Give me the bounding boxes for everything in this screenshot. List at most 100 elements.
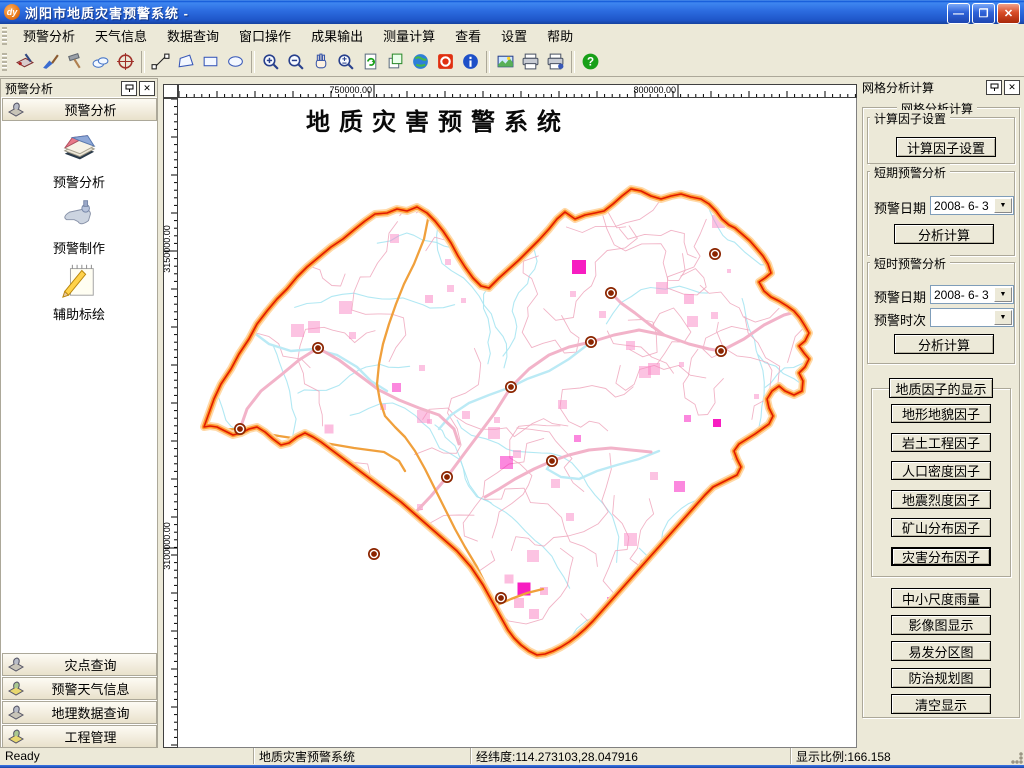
disaster-point-marker[interactable] xyxy=(312,342,324,354)
stamp-yellow-icon xyxy=(7,678,25,699)
factor-button-4[interactable]: 矿山分布因子 xyxy=(891,518,991,537)
bottom-item-label: 灾点查询 xyxy=(25,655,156,674)
close-button[interactable]: ✕ xyxy=(997,3,1020,24)
toolbar-separator xyxy=(141,51,145,73)
zoom-out-icon[interactable] xyxy=(283,49,308,74)
left-item-0[interactable]: 预警分析 xyxy=(1,129,157,191)
menu-item-4[interactable]: 成果输出 xyxy=(301,25,373,46)
polygon-tool-icon[interactable] xyxy=(173,49,198,74)
factor-button-2[interactable]: 人口密度因子 xyxy=(891,461,991,480)
short-time-date-combo[interactable]: 2008- 6- 3 ▼ xyxy=(930,285,1014,304)
pan-hand-icon[interactable] xyxy=(308,49,333,74)
chevron-down-icon[interactable]: ▼ xyxy=(994,287,1012,302)
factor-button-3[interactable]: 地震烈度因子 xyxy=(891,490,991,509)
menu-item-2[interactable]: 数据查询 xyxy=(157,25,229,46)
short-term-group: 短期预警分析 预警日期 2008- 6- 3 ▼ 分析计算 xyxy=(867,171,1015,256)
menu-item-8[interactable]: 帮助 xyxy=(537,25,583,46)
menu-item-6[interactable]: 查看 xyxy=(445,25,491,46)
status-segment-1: 地质灾害预警系统 xyxy=(253,748,476,764)
chevron-down-icon[interactable]: ▼ xyxy=(994,198,1012,213)
cloud-icon[interactable] xyxy=(88,49,113,74)
disaster-point-marker[interactable] xyxy=(715,345,727,357)
close-panel-icon[interactable]: ✕ xyxy=(139,81,155,96)
menu-item-5[interactable]: 测量计算 xyxy=(373,25,445,46)
paint-brush-icon[interactable] xyxy=(38,49,63,74)
disaster-point-marker[interactable] xyxy=(709,248,721,260)
factor-button-0[interactable]: 地形地貌因子 xyxy=(891,404,991,423)
zoom-in-icon[interactable] xyxy=(258,49,283,74)
refresh-page-icon[interactable] xyxy=(358,49,383,74)
disaster-point-marker[interactable] xyxy=(234,423,246,435)
left-panel-title: 预警分析 xyxy=(5,80,119,97)
left-bottom-item-2[interactable]: 地理数据查询 xyxy=(2,701,157,724)
disaster-point-marker[interactable] xyxy=(441,471,453,483)
left-item-label: 预警制作 xyxy=(1,238,157,257)
menu-bar: 预警分析天气信息数据查询窗口操作成果输出测量计算查看设置帮助 xyxy=(0,24,1024,47)
menu-item-7[interactable]: 设置 xyxy=(491,25,537,46)
left-bottom-item-3[interactable]: 工程管理 xyxy=(2,725,157,748)
ellipse-tool-icon[interactable] xyxy=(223,49,248,74)
svg-text:750000.00: 750000.00 xyxy=(329,85,372,95)
pin-icon[interactable] xyxy=(986,80,1002,95)
left-bottom-item-1[interactable]: 预警天气信息 xyxy=(2,677,157,700)
hammer-icon[interactable] xyxy=(63,49,88,74)
target-icon[interactable] xyxy=(113,49,138,74)
zoom-extent-icon[interactable] xyxy=(333,49,358,74)
right-panel-header: 网格分析计算 ✕ xyxy=(858,78,1024,96)
analysis-tool-icon[interactable] xyxy=(13,49,38,74)
disaster-point-marker[interactable] xyxy=(585,336,597,348)
map-canvas[interactable]: 地质灾害预警系统 xyxy=(178,98,857,748)
bottom-button-0[interactable]: 中小尺度雨量 xyxy=(891,588,991,608)
bottom-button-2[interactable]: 易发分区图 xyxy=(891,641,991,661)
short-time-analyze-button[interactable]: 分析计算 xyxy=(894,334,994,354)
help-icon[interactable]: ? xyxy=(578,49,603,74)
disaster-point-marker[interactable] xyxy=(495,592,507,604)
factor-setting-button[interactable]: 计算因子设置 xyxy=(896,137,996,157)
info-icon[interactable] xyxy=(458,49,483,74)
title-bar: dy 浏阳市地质灾害预警系统 - — ❐ ✕ xyxy=(0,0,1024,24)
menu-item-3[interactable]: 窗口操作 xyxy=(229,25,301,46)
printer-setup-icon[interactable] xyxy=(543,49,568,74)
toolbar-separator xyxy=(486,51,490,73)
bottom-button-3[interactable]: 防治规划图 xyxy=(891,668,991,688)
restore-button[interactable]: ❐ xyxy=(972,3,995,24)
short-term-label: 短期预警分析 xyxy=(870,164,950,181)
short-term-date-combo[interactable]: 2008- 6- 3 ▼ xyxy=(930,196,1014,215)
map-image-icon[interactable] xyxy=(493,49,518,74)
factor-display-button[interactable]: 地质因子的显示 xyxy=(889,378,993,398)
disaster-point-marker[interactable] xyxy=(368,548,380,560)
short-time-times-combo[interactable]: ▼ xyxy=(930,308,1014,327)
left-item-2[interactable]: 辅助标绘 xyxy=(1,261,157,323)
short-term-analyze-button[interactable]: 分析计算 xyxy=(894,224,994,244)
rectangle-tool-icon[interactable] xyxy=(198,49,223,74)
section-bar-warning-analysis[interactable]: 预警分析 xyxy=(2,98,157,121)
printer-icon[interactable] xyxy=(518,49,543,74)
left-bottom-item-0[interactable]: 灾点查询 xyxy=(2,653,157,676)
chevron-down-icon[interactable]: ▼ xyxy=(994,310,1012,325)
resize-grip[interactable] xyxy=(1010,751,1023,764)
factor-button-1[interactable]: 岩土工程因子 xyxy=(891,433,991,452)
toolbar-grip[interactable] xyxy=(2,53,7,71)
line-tool-icon[interactable] xyxy=(148,49,173,74)
menu-grip[interactable] xyxy=(2,27,7,45)
record-stop-icon[interactable] xyxy=(433,49,458,74)
bottom-button-4[interactable]: 清空显示 xyxy=(891,694,991,714)
stamp-gray-icon xyxy=(7,702,25,723)
left-item-1[interactable]: 预警制作 xyxy=(1,195,157,257)
stamp-yellow-icon xyxy=(7,726,25,747)
disaster-point-marker[interactable] xyxy=(546,455,558,467)
copy-layers-icon[interactable] xyxy=(383,49,408,74)
close-panel-icon[interactable]: ✕ xyxy=(1004,80,1020,95)
factor-button-5[interactable]: 灾害分布因子 xyxy=(891,547,991,566)
bottom-button-1[interactable]: 影像图显示 xyxy=(891,615,991,635)
status-segment-3: 显示比例:166.158 xyxy=(790,748,1014,764)
menu-item-1[interactable]: 天气信息 xyxy=(85,25,157,46)
disaster-point-marker[interactable] xyxy=(605,287,617,299)
globe-icon[interactable] xyxy=(408,49,433,74)
grid-analysis-groupbox: 网格分析计算 计算因子设置 计算因子设置 短期预警分析 预警日期 2008- 6… xyxy=(862,107,1020,718)
disaster-point-marker[interactable] xyxy=(505,381,517,393)
pin-icon[interactable] xyxy=(121,81,137,96)
menu-item-0[interactable]: 预警分析 xyxy=(13,25,85,46)
minimize-button[interactable]: — xyxy=(947,3,970,24)
application-window: dy 浏阳市地质灾害预警系统 - — ❐ ✕ 预警分析天气信息数据查询窗口操作成… xyxy=(0,0,1024,768)
